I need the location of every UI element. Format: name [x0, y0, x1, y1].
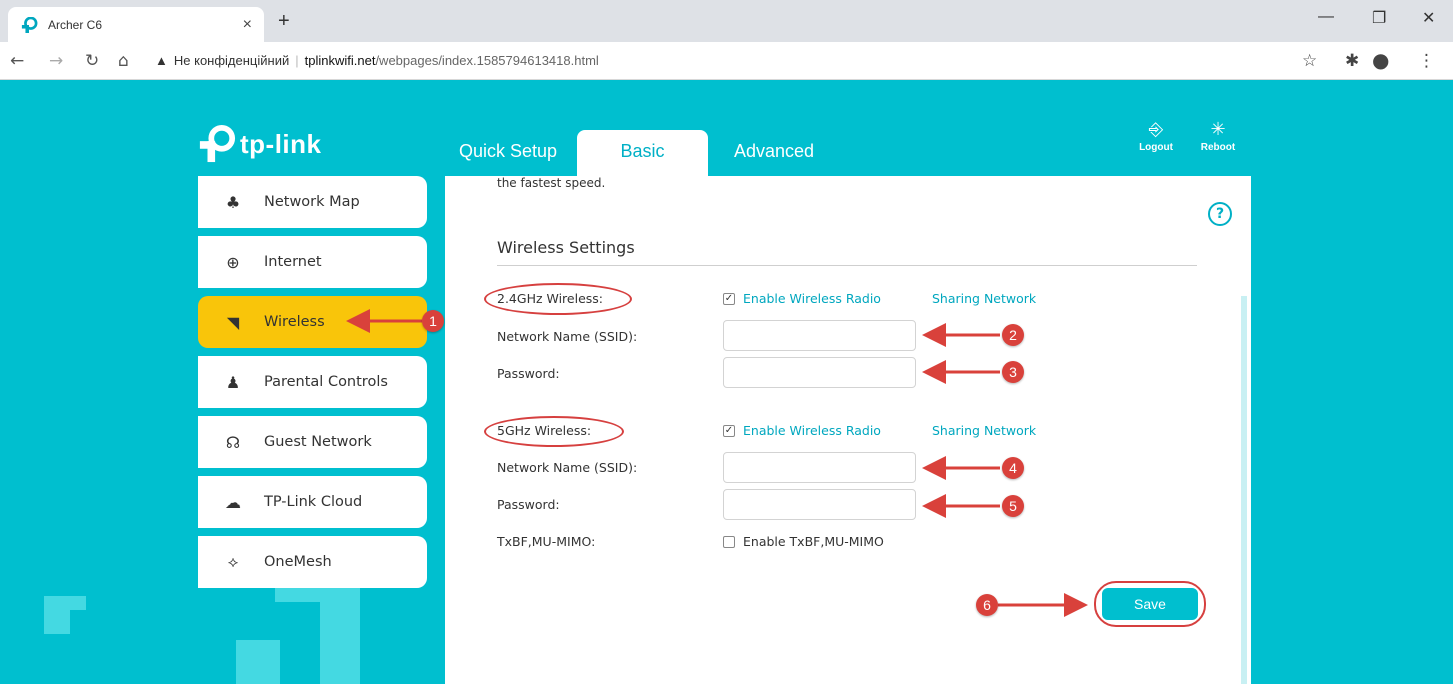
sidebar-item-wireless[interactable]: ◥ Wireless	[198, 296, 427, 348]
reboot-icon: ✳	[1210, 119, 1226, 140]
band-5-password-input[interactable]	[723, 489, 916, 520]
network-map-icon: ♣	[225, 192, 241, 212]
tp-link-logo-icon	[199, 125, 236, 163]
reboot-label: Reboot	[1200, 142, 1236, 153]
sidebar-item-guest-network[interactable]: ☊ Guest Network	[198, 416, 427, 468]
band-5-ssid-label: Network Name (SSID):	[497, 460, 638, 475]
bookmark-star-icon[interactable]: ☆	[1302, 51, 1317, 71]
address-host: tplinkwifi.net	[304, 53, 376, 68]
tp-link-favicon-icon	[21, 16, 38, 33]
section-title: Wireless Settings	[497, 238, 635, 257]
checkbox-label: Enable Wireless Radio	[743, 291, 881, 306]
annotation-badge: 4	[1002, 457, 1024, 479]
browser-tab-bar: Archer C6 × + — ❐ ✕	[0, 0, 1453, 42]
decorative-shape	[44, 596, 70, 634]
close-window-icon[interactable]: ✕	[1422, 8, 1435, 28]
sidebar-item-internet[interactable]: ⊕ Internet	[198, 236, 427, 288]
annotation-badge: 1	[422, 310, 444, 332]
family-icon: ♟	[225, 372, 241, 392]
address-path: /webpages/index.1585794613418.html	[375, 53, 599, 68]
sidebar-item-label: Network Map	[264, 194, 360, 210]
tab-basic[interactable]: Basic	[577, 130, 708, 176]
save-button[interactable]: Save	[1102, 588, 1198, 620]
browser-toolbar: ← → ↻ ⌂ ▲ Не конфіденційний | tplinkwifi…	[0, 42, 1453, 80]
back-icon[interactable]: ←	[10, 51, 24, 71]
annotation-badge: 5	[1002, 495, 1024, 517]
reboot-button[interactable]: ✳ Reboot	[1196, 119, 1240, 154]
divider	[497, 265, 1197, 266]
checkbox-checked-icon: ✓	[723, 424, 735, 437]
tab-title: Archer C6	[48, 17, 103, 32]
band-5-password-label: Password:	[497, 497, 560, 512]
tp-link-logo: tp-link	[198, 125, 322, 163]
sidebar-item-label: TP-Link Cloud	[264, 494, 363, 510]
sidebar-item-network-map[interactable]: ♣ Network Map	[198, 176, 427, 228]
annotation-badge: 6	[976, 594, 998, 616]
sidebar-item-label: OneMesh	[264, 554, 332, 570]
onemesh-icon: ⟡	[227, 552, 239, 571]
profile-icon[interactable]: ●	[1372, 48, 1389, 72]
band-24-password-input[interactable]	[723, 357, 916, 388]
intro-text: the fastest speed.	[497, 176, 606, 190]
browser-tab[interactable]: Archer C6 ×	[8, 7, 264, 42]
minimize-icon[interactable]: —	[1318, 8, 1334, 26]
decorative-shape	[70, 596, 86, 610]
address-separator: |	[295, 53, 299, 68]
address-bar[interactable]: ▲ Не конфіденційний | tplinkwifi.net/web…	[155, 53, 599, 68]
annotation-badge: 2	[1002, 324, 1024, 346]
band-24-label: 2.4GHz Wireless:	[497, 291, 604, 306]
checkbox-label: Enable TxBF,MU-MIMO	[743, 534, 884, 549]
band-24-sharing-network-link[interactable]: Sharing Network	[932, 291, 1036, 306]
brand-name: tp-link	[240, 128, 322, 159]
tab-quick-setup[interactable]: Quick Setup	[459, 141, 557, 162]
reload-icon[interactable]: ↻	[85, 51, 99, 71]
guest-icon: ☊	[225, 432, 241, 452]
txbf-enable-checkbox[interactable]: Enable TxBF,MU-MIMO	[723, 534, 884, 549]
band-5-label: 5GHz Wireless:	[497, 423, 592, 438]
sidebar-item-tp-link-cloud[interactable]: ☁ TP-Link Cloud	[198, 476, 427, 528]
checkbox-label: Enable Wireless Radio	[743, 423, 881, 438]
decorative-shape	[236, 640, 280, 684]
extensions-icon[interactable]: ✱	[1345, 51, 1359, 71]
sidebar-item-label: Wireless	[264, 314, 325, 330]
annotation-badge: 3	[1002, 361, 1024, 383]
band-24-password-label: Password:	[497, 366, 560, 381]
sidebar-item-label: Guest Network	[264, 434, 372, 450]
sidebar-item-label: Internet	[264, 254, 322, 270]
restore-icon[interactable]: ❐	[1372, 8, 1386, 28]
warning-icon: ▲	[155, 53, 168, 68]
close-tab-icon[interactable]: ×	[243, 16, 252, 34]
logout-button[interactable]: ⎆ Logout	[1134, 119, 1178, 154]
wifi-icon: ◥	[226, 312, 240, 332]
band-5-enable-checkbox[interactable]: ✓ Enable Wireless Radio	[723, 423, 881, 438]
tab-advanced[interactable]: Advanced	[734, 141, 814, 162]
scrollbar[interactable]	[1241, 296, 1247, 684]
decorative-shape	[320, 588, 360, 684]
band-24-ssid-input[interactable]	[723, 320, 916, 351]
forward-icon[interactable]: →	[49, 51, 63, 71]
band-5-ssid-input[interactable]	[723, 452, 916, 483]
band-24-ssid-label: Network Name (SSID):	[497, 329, 638, 344]
logout-label: Logout	[1139, 142, 1173, 153]
sidebar-item-onemesh[interactable]: ⟡ OneMesh	[198, 536, 427, 588]
new-tab-icon[interactable]: +	[278, 10, 290, 33]
home-icon[interactable]: ⌂	[118, 51, 129, 71]
checkbox-unchecked-icon	[723, 535, 735, 548]
sidebar-item-parental-controls[interactable]: ♟ Parental Controls	[198, 356, 427, 408]
cloud-icon: ☁	[225, 492, 241, 512]
sidebar-item-label: Parental Controls	[264, 374, 388, 390]
txbf-label: TxBF,MU-MIMO:	[497, 534, 596, 549]
security-warning-text: Не конфіденційний	[173, 53, 290, 68]
band-5-sharing-network-link[interactable]: Sharing Network	[932, 423, 1036, 438]
band-24-enable-checkbox[interactable]: ✓ Enable Wireless Radio	[723, 291, 881, 306]
help-icon[interactable]: ?	[1208, 202, 1232, 226]
checkbox-checked-icon: ✓	[723, 292, 735, 305]
globe-icon: ⊕	[226, 252, 240, 272]
logout-icon: ⎆	[1148, 119, 1164, 140]
menu-kebab-icon[interactable]: ⋮	[1418, 51, 1435, 71]
